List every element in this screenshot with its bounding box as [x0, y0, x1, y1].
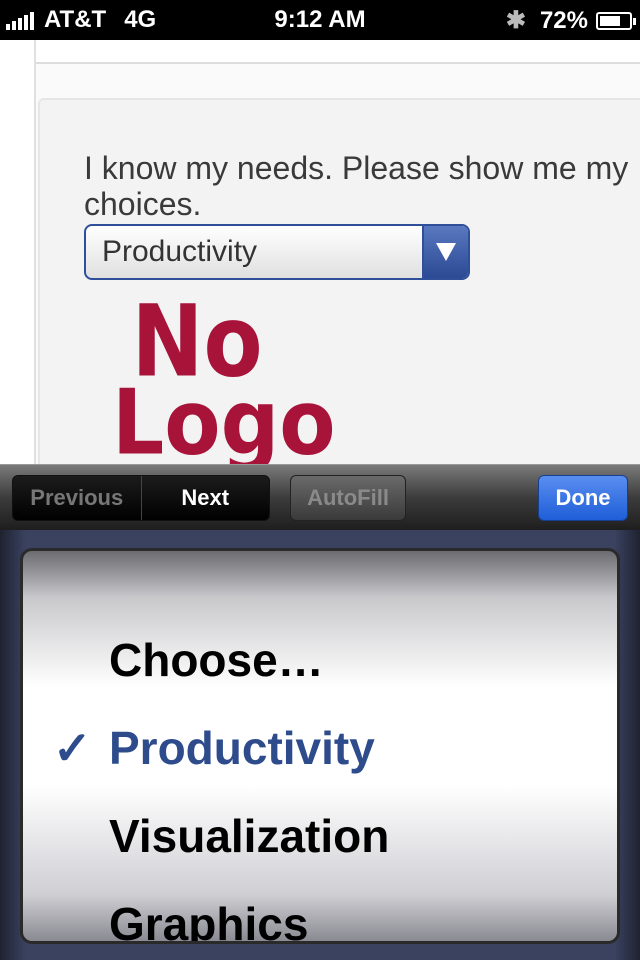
status-bar: AT&T 4G 9:12 AM ✱ 72%: [0, 0, 640, 40]
bluetooth-icon: ✱: [505, 7, 526, 34]
needs-prompt: I know my needs. Please show me my choic…: [84, 150, 629, 222]
no-logo-image: No Logo: [112, 284, 336, 464]
next-button[interactable]: Next: [142, 476, 270, 520]
content-card: I know my needs. Please show me my choic…: [38, 98, 640, 464]
battery-percent: 72%: [539, 6, 588, 34]
form-toolbar: Previous Next AutoFill Done: [0, 464, 640, 530]
done-button[interactable]: Done: [538, 475, 628, 521]
picker-option[interactable]: Graphics: [109, 897, 308, 941]
triangle-down-icon: [436, 243, 456, 261]
page-left-edge: [0, 40, 36, 464]
status-right: ✱ 72%: [505, 6, 636, 35]
battery-icon: [596, 11, 636, 30]
picker-option-selected[interactable]: Productivity: [109, 721, 375, 775]
autofill-button[interactable]: AutoFill: [290, 475, 406, 521]
picker-option[interactable]: Choose…: [109, 633, 324, 687]
category-select-value: Productivity: [102, 235, 258, 268]
option-picker[interactable]: Choose… ✓ Productivity Visualization Gra…: [20, 548, 620, 944]
select-dropdown-button[interactable]: [422, 226, 468, 278]
picker-option[interactable]: Visualization: [109, 809, 389, 863]
category-select[interactable]: Productivity: [84, 224, 470, 280]
page-top-strip: [36, 40, 640, 64]
previous-button[interactable]: Previous: [13, 476, 142, 520]
web-view: I know my needs. Please show me my choic…: [0, 40, 640, 464]
checkmark-icon: ✓: [53, 722, 92, 774]
prev-next-segment: Previous Next: [12, 475, 270, 521]
